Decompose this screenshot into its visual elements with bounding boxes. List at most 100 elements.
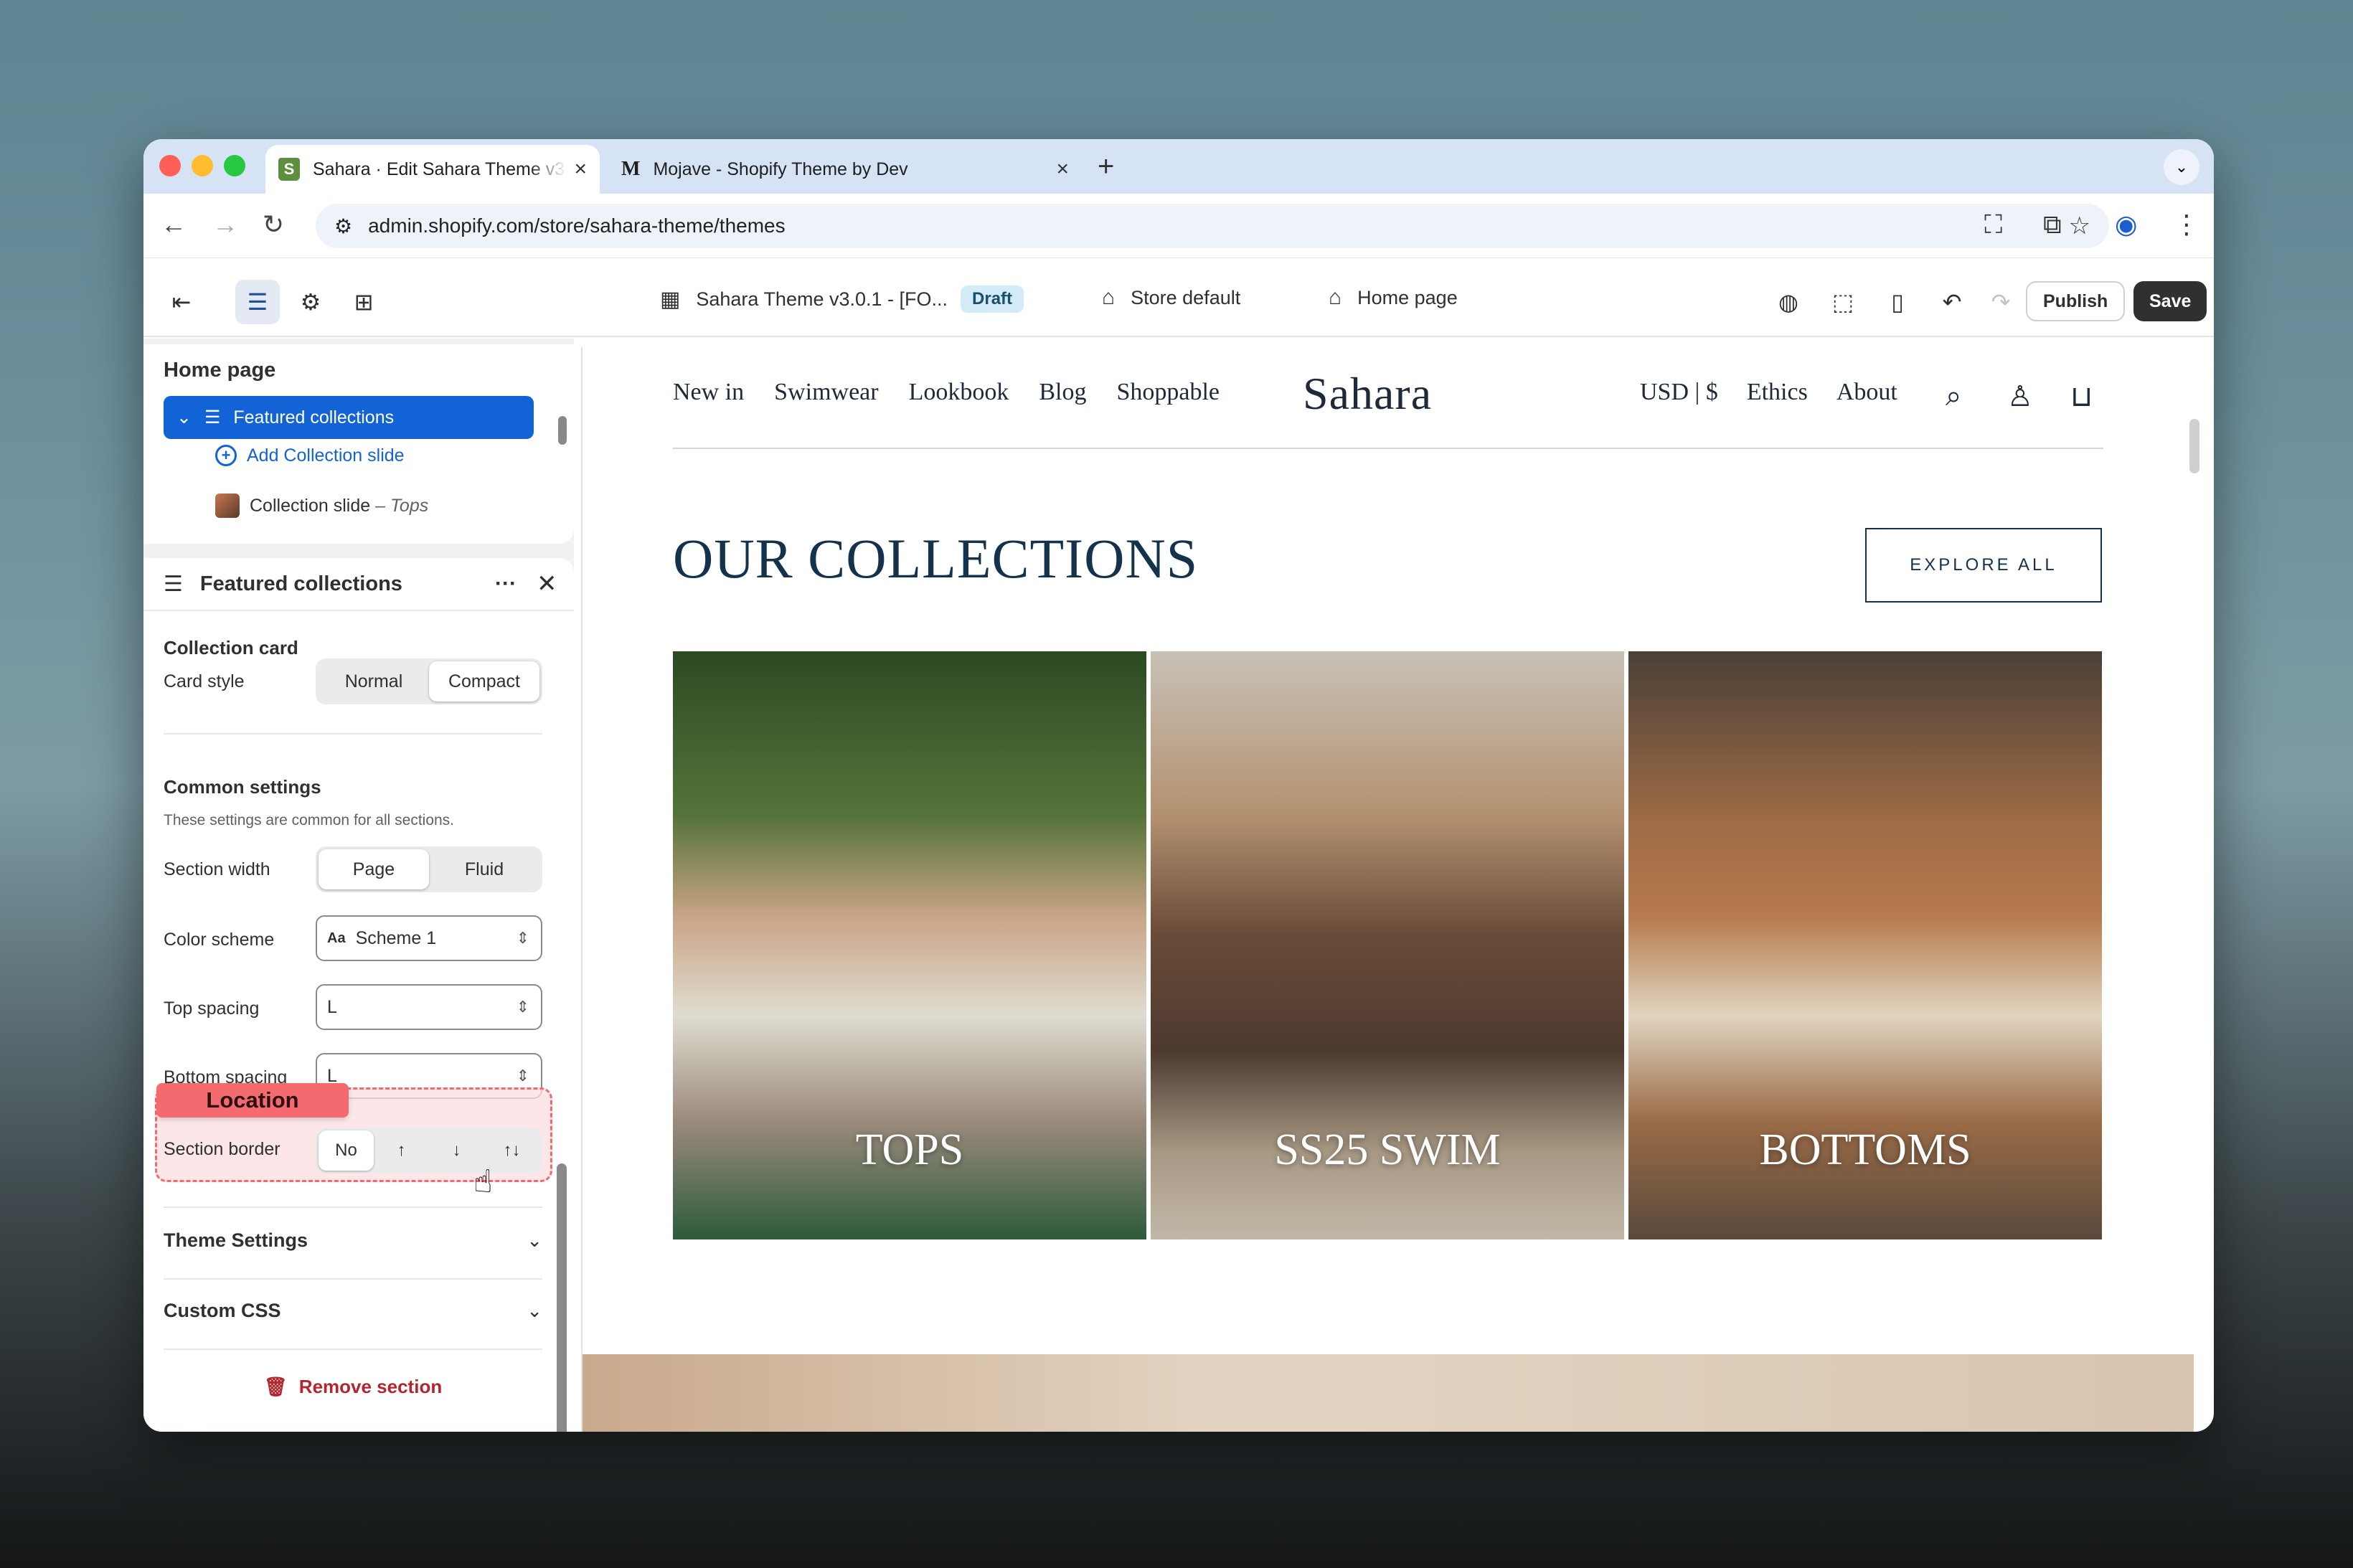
theme-settings-gear-icon[interactable]: ⚙	[288, 280, 333, 324]
ai-assistant-icon[interactable]: ◍	[1766, 280, 1811, 324]
collection-card-heading: Collection card	[164, 637, 298, 658]
store-icon: ⌂	[1102, 285, 1116, 309]
account-icon[interactable]: ♙	[2007, 380, 2033, 413]
more-options-icon[interactable]: ···	[495, 572, 517, 596]
close-window-button[interactable]	[159, 155, 181, 176]
redo-icon[interactable]: ↷	[1979, 280, 2023, 324]
section-width-segmented: Page Fluid	[316, 846, 542, 892]
section-width-page[interactable]: Page	[319, 849, 429, 889]
plus-circle-icon: +	[215, 445, 237, 466]
publish-button[interactable]: Publish	[2026, 281, 2126, 321]
border-none[interactable]: No	[319, 1130, 374, 1171]
currency-selector[interactable]: USD | $	[1640, 379, 1718, 406]
page-selector[interactable]: ⌂ Home page	[1329, 285, 1458, 310]
close-tab-icon[interactable]: ×	[1056, 157, 1069, 181]
back-icon[interactable]: ←	[161, 209, 187, 240]
tab-mojave[interactable]: M Mojave - Shopify Theme by Dev ×	[608, 145, 1082, 194]
preview-scrollbar[interactable]	[2189, 419, 2199, 473]
bookmark-star-icon[interactable]: ☆	[2069, 212, 2090, 240]
minimize-window-button[interactable]	[192, 155, 213, 176]
m-logo-icon: M	[621, 158, 641, 180]
card-style-normal[interactable]: Normal	[319, 661, 429, 702]
custom-css-toggle[interactable]: Custom CSS ⌄	[164, 1300, 542, 1322]
tab-search-chevron-icon[interactable]: ⌄	[2164, 149, 2199, 185]
section-tree: Home page ⌄ ☰ Featured collections + Add…	[143, 344, 574, 544]
common-settings-heading: Common settings	[164, 776, 321, 798]
nav-link-swimwear[interactable]: Swimwear	[774, 379, 878, 406]
nav-link-lookbook[interactable]: Lookbook	[909, 379, 1009, 406]
page-label: Home page	[1357, 286, 1458, 308]
card-style-segmented: Normal Compact	[316, 658, 542, 704]
tab-sahara[interactable]: S Sahara · Edit Sahara Theme v3.0.1 ×	[265, 145, 600, 194]
exit-icon[interactable]: ⇤	[159, 280, 204, 324]
common-settings-helper: These settings are common for all sectio…	[164, 812, 455, 828]
collection-card-tops[interactable]: TOPS	[673, 651, 1146, 1239]
sections-icon[interactable]: ☰	[235, 280, 280, 324]
border-top-arrow-icon[interactable]: ↑	[374, 1130, 429, 1171]
explore-all-button[interactable]: EXPLORE ALL	[1865, 528, 2102, 603]
close-icon[interactable]: ✕	[537, 570, 557, 598]
close-tab-icon[interactable]: ×	[574, 157, 587, 181]
search-icon[interactable]: ⌕	[1946, 380, 1961, 412]
pointer-hand-icon: ☝	[473, 1164, 493, 1199]
nav-link-about[interactable]: About	[1836, 379, 1897, 406]
store-nav-right: USD | $ Ethics About	[1640, 379, 1926, 406]
slide-thumbnail	[215, 493, 240, 518]
menu-kebab-icon[interactable]: ⋮	[2174, 209, 2199, 240]
settings-title: Featured collections	[199, 572, 402, 595]
color-scheme-value: Scheme 1	[355, 927, 437, 948]
section-border-segmented: No ↑ ↓ ↑↓	[316, 1128, 542, 1173]
mobile-preview-icon[interactable]: ▯	[1875, 280, 1920, 324]
profile-icon[interactable]: ◉	[2115, 209, 2137, 240]
divider	[164, 733, 542, 735]
nav-link-new-in[interactable]: New in	[673, 379, 744, 406]
nav-link-ethics[interactable]: Ethics	[1747, 379, 1808, 406]
collection-card-ss25-swim[interactable]: SS25 SWIM	[1151, 651, 1624, 1239]
tree-item-collection-slide[interactable]: Collection slide – Tops	[215, 493, 428, 518]
reload-icon[interactable]: ↻	[263, 209, 284, 240]
new-tab-icon[interactable]: +	[1098, 151, 1114, 183]
apps-icon[interactable]: ⊞	[341, 280, 386, 324]
store-selector[interactable]: ⌂ Store default	[1102, 285, 1240, 310]
top-spacing-select[interactable]: L ⇕	[316, 984, 542, 1030]
remove-section-button[interactable]: 🗑 Remove section	[143, 1376, 574, 1398]
settings-header: ☰ Featured collections ··· ✕	[143, 558, 574, 611]
store-nav-left: New in Swimwear Lookbook Blog Shoppable	[673, 379, 1250, 406]
screenshot-icon[interactable]: ⛶	[1984, 209, 2002, 240]
tree-scrollbar[interactable]	[558, 416, 567, 445]
collection-card-bottoms[interactable]: BOTTOMS	[1628, 651, 2102, 1239]
collection-label: TOPS	[855, 1125, 964, 1174]
divider	[164, 1206, 542, 1208]
tree-item-label: Featured collections	[233, 407, 395, 428]
cart-bag-icon[interactable]: ⊔	[2070, 380, 2093, 413]
nav-link-shoppable[interactable]: Shoppable	[1116, 379, 1220, 406]
zoom-window-button[interactable]	[224, 155, 245, 176]
collection-label: BOTTOMS	[1759, 1125, 1971, 1174]
save-button[interactable]: Save	[2133, 281, 2207, 321]
add-collection-slide-button[interactable]: + Add Collection slide	[215, 445, 405, 466]
add-slide-label: Add Collection slide	[247, 445, 405, 466]
extensions-icon[interactable]: ⧉	[2043, 209, 2062, 240]
address-bar[interactable]: ⚙ admin.shopify.com/store/sahara-theme/t…	[316, 204, 2109, 248]
settings-scrollbar[interactable]	[557, 1163, 567, 1432]
section-width-fluid[interactable]: Fluid	[429, 849, 539, 889]
theme-selector[interactable]: ▦ Sahara Theme v3.0.1 - [FO... Draft	[660, 285, 1024, 313]
inspector-icon[interactable]: ⬚	[1821, 280, 1865, 324]
color-scheme-select[interactable]: Aa Scheme 1 ⇕	[316, 915, 542, 961]
location-tag: Location	[156, 1083, 349, 1118]
chevron-down-icon[interactable]: ⌄	[176, 407, 192, 428]
remove-label: Remove section	[298, 1376, 443, 1397]
forward-icon[interactable]: →	[212, 209, 238, 240]
site-settings-icon[interactable]: ⚙	[334, 214, 352, 238]
section-border-label: Section border	[164, 1139, 280, 1159]
card-style-compact[interactable]: Compact	[429, 661, 539, 702]
updown-chevron-icon: ⇕	[516, 998, 529, 1016]
theme-settings-toggle[interactable]: Theme Settings ⌄	[164, 1229, 542, 1252]
tree-item-featured-collections[interactable]: ⌄ ☰ Featured collections	[164, 396, 534, 439]
browser-window: S Sahara · Edit Sahara Theme v3.0.1 × M …	[143, 139, 2214, 1432]
store-logo[interactable]: Sahara	[1303, 367, 1432, 420]
nav-link-blog[interactable]: Blog	[1039, 379, 1086, 406]
editor-header: ⇤ ☰ ⚙ ⊞ ▦ Sahara Theme v3.0.1 - [FO... D…	[143, 258, 2214, 337]
undo-icon[interactable]: ↶	[1930, 280, 1974, 324]
section-width-label: Section width	[164, 859, 270, 879]
